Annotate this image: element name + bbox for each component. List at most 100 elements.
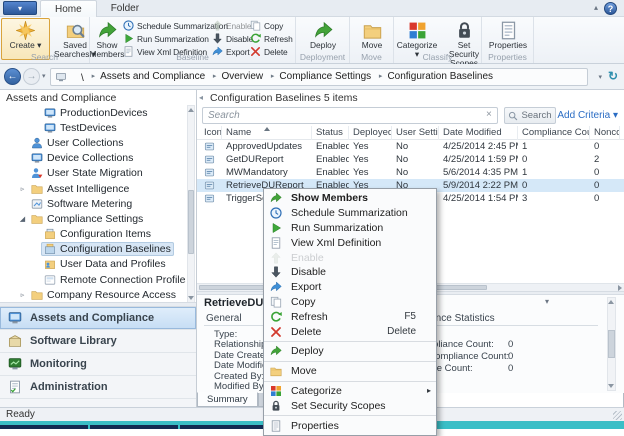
- row-icon-cell: [200, 153, 222, 166]
- ribbon-button[interactable]: Enable: [212, 19, 250, 32]
- context-menu-item[interactable]: Schedule Summarization: [264, 206, 436, 221]
- ribbon-group-baseline: Show Members Schedule Summarization Run …: [90, 17, 296, 63]
- context-menu-item[interactable]: Deploy: [264, 344, 436, 362]
- tree-expander-icon[interactable]: ◢: [17, 215, 28, 223]
- context-menu-item[interactable]: Set Security Scopes: [264, 398, 436, 416]
- address-dropdown-icon[interactable]: ▾: [598, 73, 602, 81]
- tree-item[interactable]: ProductionDevices: [0, 105, 186, 120]
- deploy-button[interactable]: Deploy: [300, 18, 346, 51]
- context-menu-item[interactable]: Categorize ▸: [264, 384, 436, 399]
- add-criteria-link[interactable]: Add Criteria ▾: [557, 110, 618, 121]
- column-header[interactable]: Compliance Count: [518, 126, 590, 140]
- help-button[interactable]: ?: [604, 2, 617, 15]
- scrollbar-thumb[interactable]: [608, 330, 615, 358]
- column-header[interactable]: User Setting: [392, 126, 439, 140]
- context-menu-item[interactable]: Disable: [264, 265, 436, 280]
- tree-expander-icon[interactable]: ▹: [17, 291, 28, 299]
- table-row[interactable]: ApprovedUpdates Enabled Yes No 4/25/2014…: [197, 140, 624, 153]
- context-menu-item-icon: [270, 385, 282, 397]
- collapse-pane-icon[interactable]: ◂: [199, 93, 203, 102]
- table-row[interactable]: GetDUReport Enabled Yes No 4/25/2014 1:5…: [197, 153, 624, 166]
- context-menu-item[interactable]: Show Members: [264, 191, 436, 206]
- ribbon-button[interactable]: Disable: [212, 32, 250, 45]
- search-button[interactable]: Search: [504, 107, 556, 124]
- context-menu-item[interactable]: Enable: [264, 250, 436, 265]
- context-menu-item[interactable]: Refresh F5: [264, 309, 436, 324]
- forward-button[interactable]: →: [23, 68, 40, 85]
- tree-expander-icon[interactable]: ▹: [17, 185, 28, 193]
- properties-button[interactable]: Properties: [485, 18, 531, 51]
- tree-item[interactable]: Configuration Items: [0, 227, 186, 242]
- tree-item[interactable]: User Collections: [0, 135, 186, 150]
- column-header[interactable]: Deployed: [349, 126, 392, 140]
- context-menu-item[interactable]: Run Summarization: [264, 221, 436, 236]
- ribbon-button[interactable]: Schedule Summarization: [123, 19, 209, 32]
- application-menu-button[interactable]: ▾: [3, 1, 37, 15]
- context-menu-item[interactable]: Delete Delete: [264, 324, 436, 342]
- tree-item[interactable]: User State Migration: [0, 166, 186, 181]
- ribbon-tab[interactable]: Home: [40, 0, 97, 17]
- detail-tab[interactable]: Summary: [197, 392, 258, 407]
- workspace-nav-item[interactable]: Software Library: [0, 330, 196, 353]
- tree-item[interactable]: Configuration Baselines: [0, 242, 186, 257]
- tree-item[interactable]: Device Collections: [0, 151, 186, 166]
- row-icon-cell: [200, 140, 222, 153]
- cell-deployed: Yes: [349, 140, 392, 153]
- back-button[interactable]: ←: [4, 68, 21, 85]
- detail-scrollbar[interactable]: [607, 297, 616, 391]
- column-header[interactable]: Name: [222, 126, 312, 140]
- tree-item[interactable]: ▹ Company Resource Access: [0, 287, 186, 302]
- refresh-icon[interactable]: ↻: [608, 69, 618, 83]
- move-button[interactable]: Move: [353, 18, 391, 51]
- tree-item[interactable]: TestDevices: [0, 120, 186, 135]
- scroll-up-icon[interactable]: [608, 300, 614, 304]
- scroll-down-icon[interactable]: [608, 384, 614, 388]
- context-menu-item[interactable]: Copy: [264, 295, 436, 310]
- column-header[interactable]: Date Modified: [439, 126, 518, 140]
- ribbon-button[interactable]: Copy: [250, 19, 294, 32]
- search-input[interactable]: [202, 107, 498, 124]
- move-icon: [363, 21, 382, 40]
- context-menu-item[interactable]: View Xml Definition: [264, 235, 436, 250]
- clear-search-icon[interactable]: ×: [486, 109, 492, 120]
- tree-scrollbar[interactable]: [187, 105, 195, 303]
- context-menu-item-icon: [270, 281, 282, 293]
- workspace-nav-item[interactable]: Monitoring: [0, 353, 196, 376]
- column-header[interactable]: Icon: [200, 126, 222, 140]
- column-header[interactable]: Status: [312, 126, 349, 140]
- tree-item[interactable]: Remote Connection Profiles: [0, 272, 186, 287]
- list-title: Configuration Baselines 5 items: [210, 92, 358, 104]
- column-header[interactable]: Nonco: [590, 126, 620, 140]
- ribbon-button[interactable]: Run Summarization: [123, 32, 209, 45]
- tree-item-icon: [44, 107, 56, 119]
- history-dropdown-icon[interactable]: ▾: [42, 72, 46, 80]
- baseline-icon: [204, 193, 215, 204]
- workspace-nav-item[interactable]: Administration: [0, 376, 196, 399]
- resize-grip[interactable]: [613, 411, 622, 420]
- tree-item[interactable]: User Data and Profiles: [0, 257, 186, 272]
- tree-item[interactable]: Software Metering: [0, 196, 186, 211]
- cell-date-modified: 4/25/2014 1:54 PM: [439, 192, 518, 205]
- ribbon-button[interactable]: Refresh: [250, 32, 294, 45]
- breadcrumb-item[interactable]: ▸ Configuration Baselines: [374, 71, 493, 82]
- scrollbar-thumb[interactable]: [188, 190, 194, 254]
- table-row[interactable]: MWMandatory Enabled Yes No 5/6/2014 4:35…: [197, 166, 624, 179]
- tree-item[interactable]: ◢ Compliance Settings: [0, 211, 186, 226]
- scroll-down-icon[interactable]: [188, 296, 194, 300]
- collapse-detail-icon[interactable]: ▾: [545, 297, 549, 306]
- tree-item[interactable]: ▹ Asset Intelligence: [0, 181, 186, 196]
- breadcrumb-item[interactable]: ▸ Compliance Settings: [266, 71, 371, 82]
- search-icon: [508, 111, 518, 121]
- ribbon-tab[interactable]: Folder: [97, 0, 153, 17]
- breadcrumb-item[interactable]: ▸ Overview: [208, 71, 263, 82]
- ribbon-group-deployment: Deploy Deployment: [296, 17, 350, 63]
- minimize-ribbon-icon[interactable]: ▴: [594, 3, 598, 13]
- stats-row: Noncompliance Count: 0: [413, 351, 603, 363]
- workspace-nav-item[interactable]: Assets and Compliance: [0, 307, 196, 330]
- context-menu-item[interactable]: Move: [264, 364, 436, 382]
- scroll-up-icon[interactable]: [188, 108, 194, 112]
- context-menu-item[interactable]: Export: [264, 280, 436, 295]
- breadcrumb-item[interactable]: ▸ Assets and Compliance: [87, 71, 206, 82]
- breadcrumb-item[interactable]: \: [71, 73, 84, 84]
- context-menu-item[interactable]: Properties: [264, 418, 436, 433]
